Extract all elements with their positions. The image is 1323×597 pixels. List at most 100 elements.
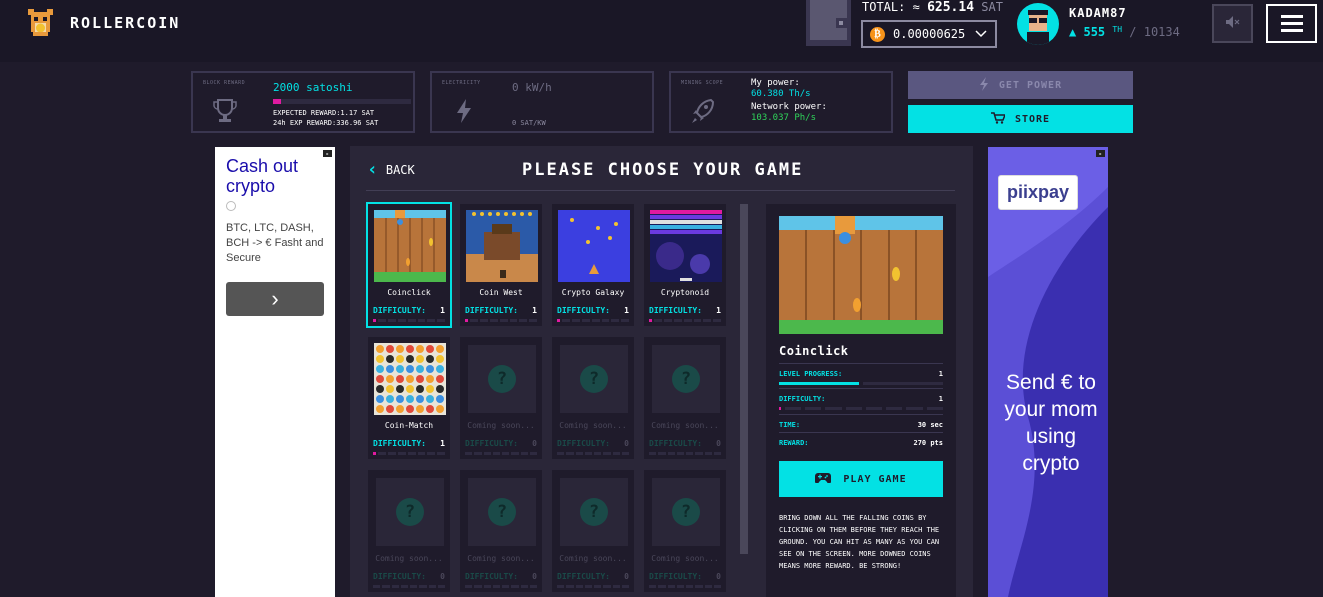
- question-mark-icon: ?: [672, 365, 700, 393]
- game-thumbnail[interactable]: [374, 343, 446, 415]
- game-card[interactable]: Crypto Galaxy DIFFICULTY: 1: [550, 202, 636, 328]
- bar-segment: [502, 452, 510, 455]
- game-card[interactable]: ? Coming soon... DIFFICULTY: 0: [366, 468, 452, 594]
- question-mark-icon: ?: [396, 498, 424, 526]
- difficulty-value: 0: [624, 439, 629, 448]
- game-card[interactable]: Coinclick DIFFICULTY: 1: [366, 202, 452, 328]
- level-progress-row: LEVEL PROGRESS: 1: [779, 370, 943, 378]
- currency-select[interactable]: ₿ 0.00000625: [861, 20, 997, 48]
- game-card[interactable]: ? Coming soon... DIFFICULTY: 0: [458, 335, 544, 461]
- game-card[interactable]: Cryptonoid DIFFICULTY: 1: [642, 202, 728, 328]
- game-card[interactable]: Coin West DIFFICULTY: 1: [458, 202, 544, 328]
- game-thumbnail[interactable]: [374, 210, 446, 282]
- game-name: Crypto Galaxy: [561, 288, 625, 297]
- get-power-button[interactable]: GET POWER: [908, 71, 1133, 99]
- difficulty-bar: [779, 407, 943, 410]
- bar-segment: [400, 585, 408, 588]
- level-progress-value: 1: [938, 370, 943, 378]
- scrollbar[interactable]: [740, 204, 748, 554]
- difficulty-label: DIFFICULTY:: [649, 439, 702, 448]
- ad-cta-button[interactable]: ›: [226, 282, 324, 316]
- bar-segment: [417, 319, 426, 322]
- difficulty-value: 1: [440, 306, 445, 315]
- bar-segment: [667, 452, 675, 455]
- bar-segment: [387, 452, 396, 455]
- bar-segment: [529, 585, 537, 588]
- username[interactable]: KADAM87: [1069, 6, 1127, 20]
- page-title: PLEASE CHOOSE YOUR GAME: [522, 160, 804, 180]
- wallet-icon[interactable]: [806, 0, 851, 46]
- difficulty-label: DIFFICULTY:: [373, 572, 426, 581]
- play-game-button[interactable]: PLAY GAME: [779, 461, 943, 497]
- difficulty-value: 1: [716, 306, 721, 315]
- bar-segment: [465, 319, 469, 322]
- scrollbar-thumb[interactable]: [740, 204, 748, 554]
- bar-segment: [373, 585, 381, 588]
- game-card[interactable]: ? Coming soon... DIFFICULTY: 0: [642, 468, 728, 594]
- mute-button[interactable]: [1212, 4, 1253, 43]
- electricity-box: ELECTRICITY 0 kW/h 0 SAT/KW: [430, 71, 654, 133]
- difficulty-bar: [649, 319, 722, 322]
- bar-segment: [845, 407, 862, 410]
- menu-line: [1280, 15, 1303, 18]
- menu-button[interactable]: [1266, 4, 1317, 43]
- game-placeholder: ?: [652, 478, 720, 546]
- selected-game-thumbnail: [779, 216, 943, 334]
- bar-segment: [382, 585, 390, 588]
- game-thumbnail[interactable]: [466, 210, 538, 282]
- bar-segment: [658, 585, 666, 588]
- bar-segment: [511, 585, 519, 588]
- bar-segment: [703, 319, 712, 322]
- game-card[interactable]: ? Coming soon... DIFFICULTY: 0: [642, 335, 728, 461]
- speaker-muted-icon: [1225, 15, 1241, 33]
- bar-segment: [427, 319, 436, 322]
- game-card[interactable]: ? Coming soon... DIFFICULTY: 0: [550, 335, 636, 461]
- game-card[interactable]: ? Coming soon... DIFFICULTY: 0: [550, 468, 636, 594]
- bar-segment: [601, 319, 610, 322]
- block-reward-box: BLOCK REWARD 2000 satoshi EXPECTED REWAR…: [191, 71, 415, 133]
- difficulty-bar: [373, 585, 445, 588]
- bar-segment: [658, 452, 666, 455]
- avatar[interactable]: [1017, 3, 1059, 45]
- back-button[interactable]: ‹ BACK: [367, 159, 415, 180]
- reward-value: 270 pts: [913, 439, 943, 447]
- ad-favicon-icon: [226, 201, 236, 211]
- bar-segment: [779, 382, 859, 385]
- hamster-logo-icon[interactable]: [27, 8, 54, 38]
- bar-segment: [926, 407, 943, 410]
- game-name: Coming soon...: [375, 554, 443, 563]
- advertisement-left[interactable]: ▸ Cash out crypto BTC, LTC, DASH, BCH ->…: [215, 147, 335, 597]
- bar-segment: [492, 585, 500, 588]
- logo-text[interactable]: ROLLERCOIN: [70, 14, 180, 32]
- bar-segment: [474, 585, 482, 588]
- total-approx: ≈: [912, 0, 920, 14]
- ad-brand-logo[interactable]: piixpay: [998, 175, 1078, 210]
- game-detail-panel: Coinclick LEVEL PROGRESS: 1 DIFFICULTY: …: [766, 204, 956, 597]
- bar-segment: [676, 452, 684, 455]
- total-value: 625.14: [927, 0, 975, 15]
- ad-title[interactable]: Cash out crypto: [226, 156, 326, 196]
- lightning-icon: [979, 76, 989, 94]
- bar-segment: [865, 407, 883, 410]
- block-reward-label: BLOCK REWARD: [203, 80, 246, 86]
- advertisement-right[interactable]: ▸ piixpay Send € to your mom using crypt…: [988, 147, 1108, 597]
- difficulty-bar: [465, 319, 538, 322]
- divider: [779, 414, 943, 415]
- bar-segment: [584, 452, 592, 455]
- ad-choices-icon[interactable]: ▸: [1096, 150, 1105, 157]
- difficulty-bar: [465, 452, 537, 455]
- difficulty-bar: [649, 452, 721, 455]
- my-power-label: My power:: [751, 78, 800, 88]
- difficulty-bar: [649, 585, 721, 588]
- game-thumbnail[interactable]: [650, 210, 722, 282]
- power-current: 555: [1083, 25, 1106, 39]
- difficulty-label: DIFFICULTY:: [649, 572, 702, 581]
- bar-segment: [686, 452, 694, 455]
- game-card[interactable]: Coin-Match DIFFICULTY: 1: [366, 335, 452, 461]
- mining-scope-box: MINING SCOPE My power: 60.380 Th/s Netwo…: [669, 71, 893, 133]
- store-button[interactable]: STORE: [908, 105, 1133, 133]
- game-thumbnail[interactable]: [558, 210, 630, 282]
- bar-segment: [499, 319, 508, 322]
- bar-segment: [465, 585, 473, 588]
- game-card[interactable]: ? Coming soon... DIFFICULTY: 0: [458, 468, 544, 594]
